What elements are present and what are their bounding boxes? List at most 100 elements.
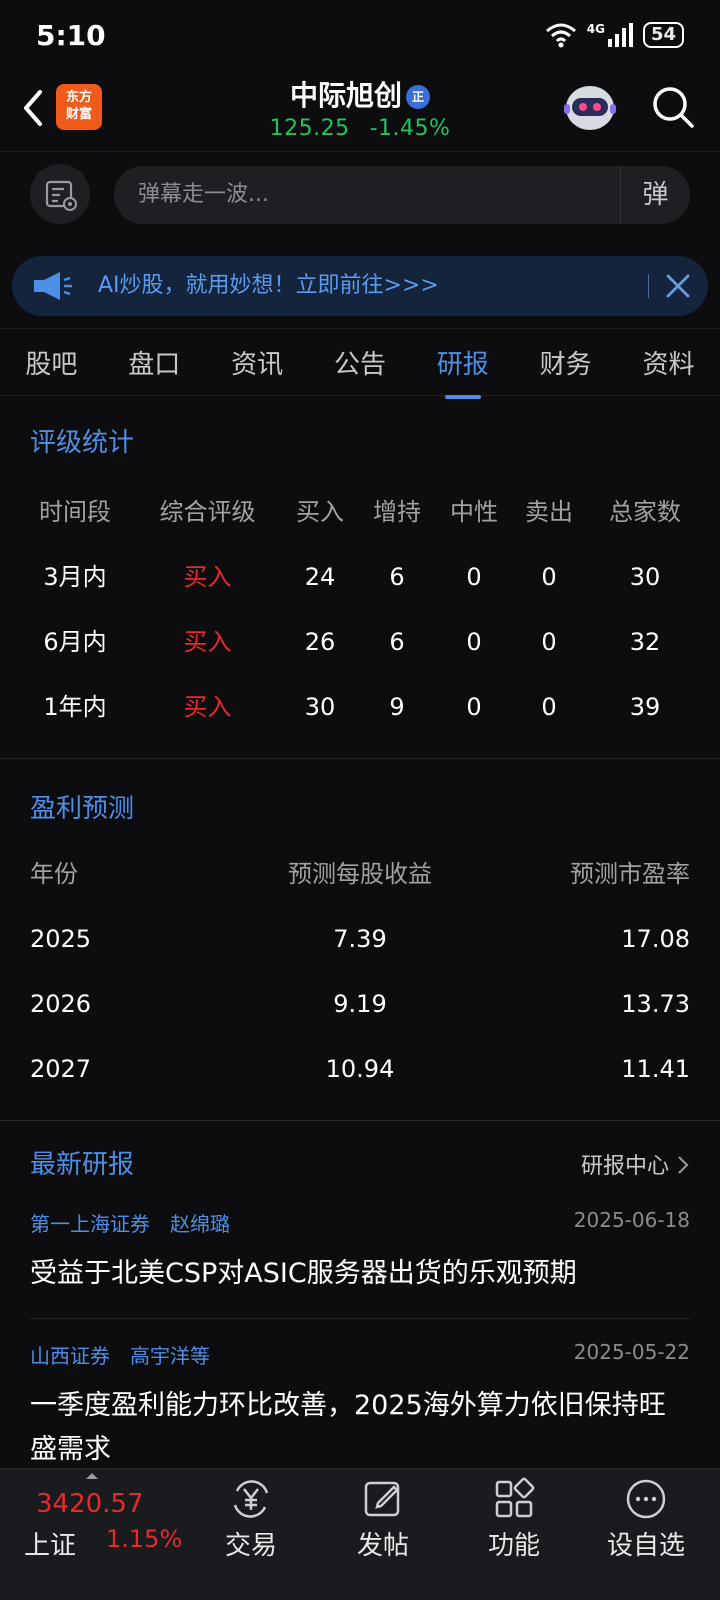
nav-add-watchlist-label: 设自选 (606, 1531, 685, 1561)
rating-total: 30 (629, 563, 661, 591)
stock-change: -1.45% (369, 116, 451, 141)
rating-buy: 26 (304, 628, 336, 656)
search-icon[interactable] (650, 84, 696, 130)
nav-features[interactable]: 功能 (459, 1477, 569, 1562)
stock-header: 东方 财富 中际旭创正 125.25 -1.45% (0, 70, 720, 152)
table-row: 6月内 买入 26 6 0 0 32 (0, 610, 720, 675)
rating-col-header: 卖出 (525, 498, 573, 526)
ai-promo-banner[interactable]: AI炒股，就用妙想！立即前往>>> (12, 256, 708, 316)
report-date: 2025-06-18 (573, 1208, 690, 1232)
rating-neutral: 0 (466, 693, 482, 721)
rating-sell: 0 (541, 563, 557, 591)
edit-post-icon (364, 1481, 400, 1517)
forecast-pe: 13.73 (621, 990, 690, 1018)
rating-overweight: 6 (389, 563, 405, 591)
research-center-label: 研报中心 (580, 1154, 669, 1179)
nav-trade[interactable]: 交易 (196, 1477, 306, 1562)
forecast-col-header: 预测每股收益 (288, 860, 432, 888)
report-divider (30, 1318, 690, 1319)
rating-neutral: 0 (466, 628, 482, 656)
forecast-col-header: 年份 (30, 860, 78, 888)
close-icon[interactable] (664, 272, 692, 300)
forecast-header-row: 年份 预测每股收益 预测市盈率 (0, 842, 720, 907)
report-date: 2025-05-22 (573, 1340, 690, 1364)
forecast-eps: 9.19 (333, 990, 387, 1018)
forecast-pe: 17.08 (621, 925, 690, 953)
forecast-year: 2027 (30, 1055, 92, 1083)
forecast-pe: 11.41 (621, 1055, 690, 1083)
battery-icon: 54 (642, 22, 684, 48)
rating-sell: 0 (541, 693, 557, 721)
tab-profile[interactable]: 资料 (638, 344, 698, 381)
tab-guba[interactable]: 股吧 (21, 344, 81, 381)
research-center-link[interactable]: 研报中心 (581, 1148, 690, 1180)
status-icons: 4G 54 (545, 22, 684, 48)
signal-icon (607, 23, 633, 47)
report-meta: 第一上海证券 赵绵璐 2025-06-18 (30, 1208, 690, 1248)
forecast-eps: 10.94 (325, 1055, 395, 1083)
tab-pankou[interactable]: 盘口 (124, 344, 184, 381)
tab-finance[interactable]: 财务 (536, 344, 596, 381)
tab-research[interactable]: 研报 (433, 344, 493, 399)
report-title: 受益于北美CSP对ASIC服务器出货的乐观预期 (30, 1258, 577, 1289)
index-change: 1.15% (106, 1525, 183, 1553)
report-author: 赵绵璐 (170, 1212, 230, 1236)
forecast-col-header: 预测市盈率 (570, 860, 690, 888)
table-row: 2027 10.94 11.41 (0, 1037, 720, 1102)
barrage-settings-button[interactable] (30, 164, 90, 224)
verified-badge-icon: 正 (406, 85, 430, 109)
rating-table: 时间段 综合评级 买入 增持 中性 卖出 总家数 3月内 买入 24 6 0 0… (0, 480, 720, 740)
nav-post-label: 发帖 (356, 1531, 409, 1561)
grid-apps-icon (495, 1477, 535, 1518)
nav-add-watchlist[interactable]: 设自选 (591, 1477, 701, 1562)
tab-announcements[interactable]: 公告 (330, 344, 390, 381)
rating-overall: 买入 (183, 693, 232, 721)
barrage-toggle-label: 弹 (642, 180, 669, 210)
rating-neutral: 0 (466, 563, 482, 591)
index-value: 3420.57 (36, 1489, 144, 1519)
rating-overall: 买入 (183, 628, 232, 656)
forecast-year: 2026 (30, 990, 92, 1018)
stock-tabs: 股吧 盘口 资讯 公告 研报 财务 资料 (0, 328, 720, 399)
reports-section-title: 最新研报 (30, 1150, 135, 1180)
stock-name-text: 中际旭创 (289, 79, 402, 112)
stock-price: 125.25 (269, 116, 350, 141)
section-divider (0, 758, 720, 759)
rating-col-header: 总家数 (609, 498, 681, 526)
status-time: 5:10 (36, 18, 106, 52)
nav-post[interactable]: 发帖 (328, 1477, 438, 1562)
rating-buy: 30 (304, 693, 336, 721)
barrage-input[interactable]: 弹幕走一波... 弹 (114, 166, 690, 224)
report-org: 山西证券 (30, 1344, 110, 1368)
rating-period: 3月内 (43, 563, 107, 591)
list-item[interactable]: 山西证券 高宇洋等 2025-05-22 一季度盈利能力环比改善，2025海外算力… (30, 1340, 690, 1472)
table-row: 1年内 买入 30 9 0 0 39 (0, 675, 720, 740)
wifi-icon (545, 23, 576, 48)
table-row: 3月内 买入 24 6 0 0 30 (0, 545, 720, 610)
table-row: 2025 7.39 17.08 (0, 907, 720, 972)
banner-divider (648, 274, 649, 298)
list-item[interactable]: 第一上海证券 赵绵璐 2025-06-18 受益于北美CSP对ASIC服务器出货的… (30, 1208, 690, 1296)
rating-section-title: 评级统计 (30, 428, 135, 458)
rating-col-header: 中性 (450, 498, 498, 526)
barrage-toggle-button[interactable]: 弹 (620, 166, 690, 224)
megaphone-icon (34, 272, 72, 300)
more-dots-icon (626, 1479, 666, 1519)
network-type: 4G (586, 22, 605, 36)
robot-assistant-icon[interactable] (562, 82, 618, 134)
table-row: 2026 9.19 13.73 (0, 972, 720, 1037)
yen-cycle-icon (233, 1480, 269, 1518)
status-bar: 5:10 4G 54 (0, 0, 720, 70)
rating-period: 1年内 (43, 693, 107, 721)
rating-col-header: 增持 (373, 498, 421, 526)
bottom-nav: 3420.57 上证 1.15% 交易 发帖 功能 设自选 (0, 1468, 720, 1600)
index-name: 上证 (24, 1531, 77, 1561)
nav-features-label: 功能 (487, 1531, 540, 1561)
tab-news[interactable]: 资讯 (227, 344, 287, 381)
forecast-year: 2025 (30, 925, 92, 953)
ai-banner-text: AI炒股，就用妙想！立即前往>>> (98, 273, 439, 298)
rating-sell: 0 (541, 628, 557, 656)
rating-buy: 24 (304, 563, 336, 591)
barrage-placeholder: 弹幕走一波... (138, 182, 269, 207)
report-author: 高宇洋等 (130, 1344, 210, 1368)
